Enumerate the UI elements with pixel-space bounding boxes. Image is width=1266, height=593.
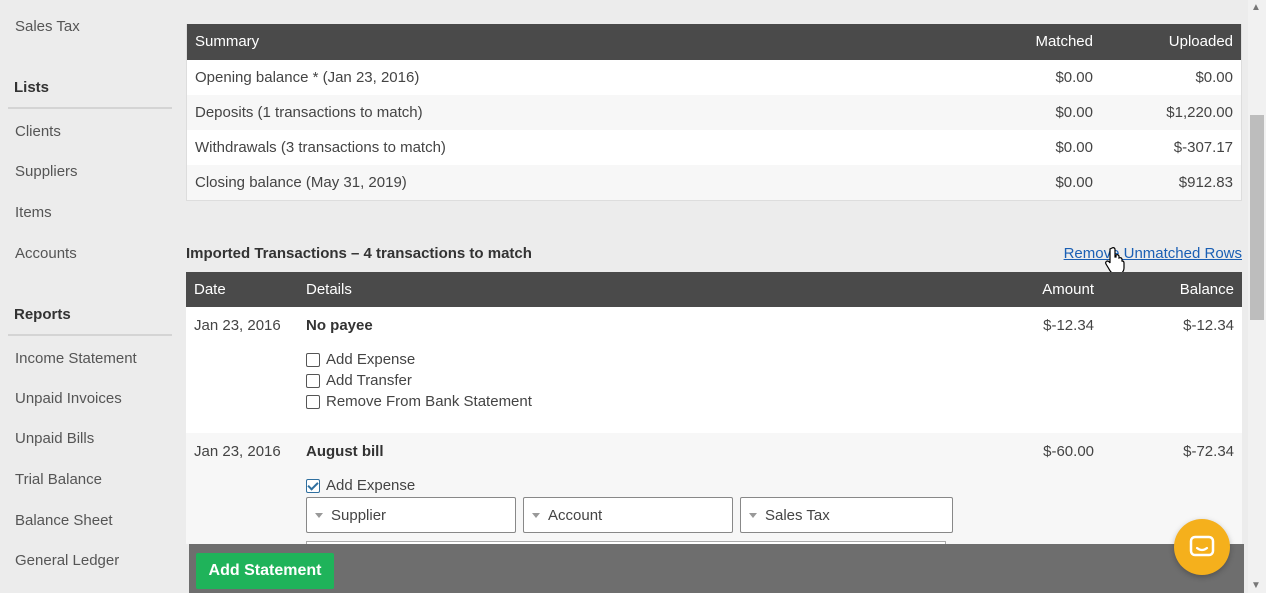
account-select-value: Account	[548, 506, 603, 524]
chevron-down-icon	[749, 512, 757, 518]
transaction-balance: $-12.34	[1183, 317, 1234, 334]
scroll-down-icon[interactable]: ▼	[1251, 580, 1261, 591]
summary-row: Withdrawals (3 transactions to match) $0…	[187, 130, 1241, 165]
option-label: Add Expense	[326, 351, 416, 368]
add-expense-option[interactable]: Add Expense	[306, 351, 415, 368]
summary-row-matched: $0.00	[1055, 174, 1093, 191]
summary-row-uploaded: $1,220.00	[1166, 104, 1233, 121]
amount-column-header: Amount	[1042, 281, 1094, 298]
option-label: Add Transfer	[326, 372, 412, 389]
sidebar-item-general-ledger[interactable]: General Ledger	[15, 552, 119, 569]
divider	[8, 334, 172, 336]
chat-icon	[1189, 535, 1215, 557]
summary-row-label: Opening balance * (Jan 23, 2016)	[195, 69, 420, 86]
sidebar-item-items[interactable]: Items	[15, 204, 52, 221]
sidebar-item-income-statement[interactable]: Income Statement	[15, 350, 137, 367]
reports-heading: Reports	[14, 306, 71, 323]
chevron-down-icon	[532, 512, 540, 518]
summary-row: Closing balance (May 31, 2019) $0.00 $91…	[187, 165, 1241, 200]
summary-row-matched: $0.00	[1055, 104, 1093, 121]
remove-from-bank-statement-checkbox[interactable]	[306, 394, 320, 409]
add-transfer-checkbox[interactable]	[306, 373, 320, 388]
summary-row: Opening balance * (Jan 23, 2016) $0.00 $…	[187, 60, 1241, 95]
summary-row-uploaded: $-307.17	[1173, 139, 1233, 156]
sidebar-item-unpaid-invoices[interactable]: Unpaid Invoices	[15, 390, 122, 407]
details-column-header: Details	[306, 281, 352, 298]
date-column-header: Date	[194, 281, 226, 298]
chat-launcher-button[interactable]	[1174, 519, 1230, 575]
chevron-down-icon	[315, 512, 323, 518]
sidebar-item-sales-tax[interactable]: Sales Tax	[15, 18, 80, 35]
transaction-date: Jan 23, 2016	[194, 443, 281, 460]
option-label: Remove From Bank Statement	[326, 393, 532, 410]
sales-tax-select[interactable]: Sales Tax	[740, 497, 953, 533]
scroll-up-icon[interactable]: ▲	[1251, 2, 1261, 13]
divider	[8, 107, 172, 109]
sidebar-item-balance-sheet[interactable]: Balance Sheet	[15, 512, 113, 529]
add-transfer-option[interactable]: Add Transfer	[306, 372, 412, 389]
summary-row-uploaded: $0.00	[1195, 69, 1233, 86]
summary-row-label: Deposits (1 transactions to match)	[195, 104, 423, 121]
imported-transactions-title: Imported Transactions – 4 transactions t…	[186, 245, 532, 262]
scrollbar-thumb[interactable]	[1250, 115, 1264, 320]
transaction-balance: $-72.34	[1183, 443, 1234, 460]
transaction-date: Jan 23, 2016	[194, 317, 281, 334]
table-row: Jan 23, 2016 No payee $-12.34 $-12.34 Ad…	[186, 307, 1242, 433]
sidebar-item-unpaid-bills[interactable]: Unpaid Bills	[15, 430, 94, 447]
summary-row-uploaded: $912.83	[1178, 174, 1233, 191]
sidebar: Sales Tax Lists Clients Suppliers Items …	[0, 0, 186, 593]
supplier-select[interactable]: Supplier	[306, 497, 516, 533]
add-statement-button[interactable]: Add Statement	[196, 553, 334, 589]
footer-bar	[189, 544, 1244, 593]
add-expense-checkbox[interactable]	[306, 352, 320, 367]
sidebar-item-suppliers[interactable]: Suppliers	[15, 163, 78, 180]
add-expense-option[interactable]: Add Expense	[306, 477, 415, 494]
sales-tax-select-value: Sales Tax	[765, 506, 830, 524]
uploaded-column-header: Uploaded	[1168, 33, 1233, 50]
remove-from-bank-statement-option[interactable]: Remove From Bank Statement	[306, 393, 532, 410]
account-select[interactable]: Account	[523, 497, 733, 533]
balance-column-header: Balance	[1179, 281, 1234, 298]
transaction-payee: No payee	[306, 317, 373, 334]
summary-table: Summary Matched Uploaded Opening balance…	[186, 24, 1242, 201]
hand-cursor-icon	[1105, 247, 1125, 272]
matched-column-header: Matched	[1035, 33, 1093, 50]
summary-row-matched: $0.00	[1055, 139, 1093, 156]
summary-column-header: Summary	[195, 33, 260, 50]
summary-header: Summary Matched Uploaded	[187, 24, 1241, 60]
transaction-payee: August bill	[306, 443, 384, 460]
add-expense-checkbox[interactable]	[306, 478, 320, 493]
transaction-amount: $-12.34	[1043, 317, 1094, 334]
sidebar-item-trial-balance[interactable]: Trial Balance	[15, 471, 102, 488]
summary-row-label: Closing balance (May 31, 2019)	[195, 174, 407, 191]
option-label: Add Expense	[326, 477, 416, 494]
summary-row-label: Withdrawals (3 transactions to match)	[195, 139, 446, 156]
sidebar-item-clients[interactable]: Clients	[15, 123, 61, 140]
transaction-amount: $-60.00	[1043, 443, 1094, 460]
sidebar-item-accounts[interactable]: Accounts	[15, 245, 77, 262]
lists-heading: Lists	[14, 79, 50, 96]
summary-row: Deposits (1 transactions to match) $0.00…	[187, 95, 1241, 130]
supplier-select-value: Supplier	[331, 506, 387, 524]
remove-unmatched-rows-link[interactable]: Remove Unmatched Rows	[1064, 245, 1242, 262]
summary-row-matched: $0.00	[1055, 69, 1093, 86]
transactions-header: Date Details Amount Balance	[186, 272, 1242, 307]
